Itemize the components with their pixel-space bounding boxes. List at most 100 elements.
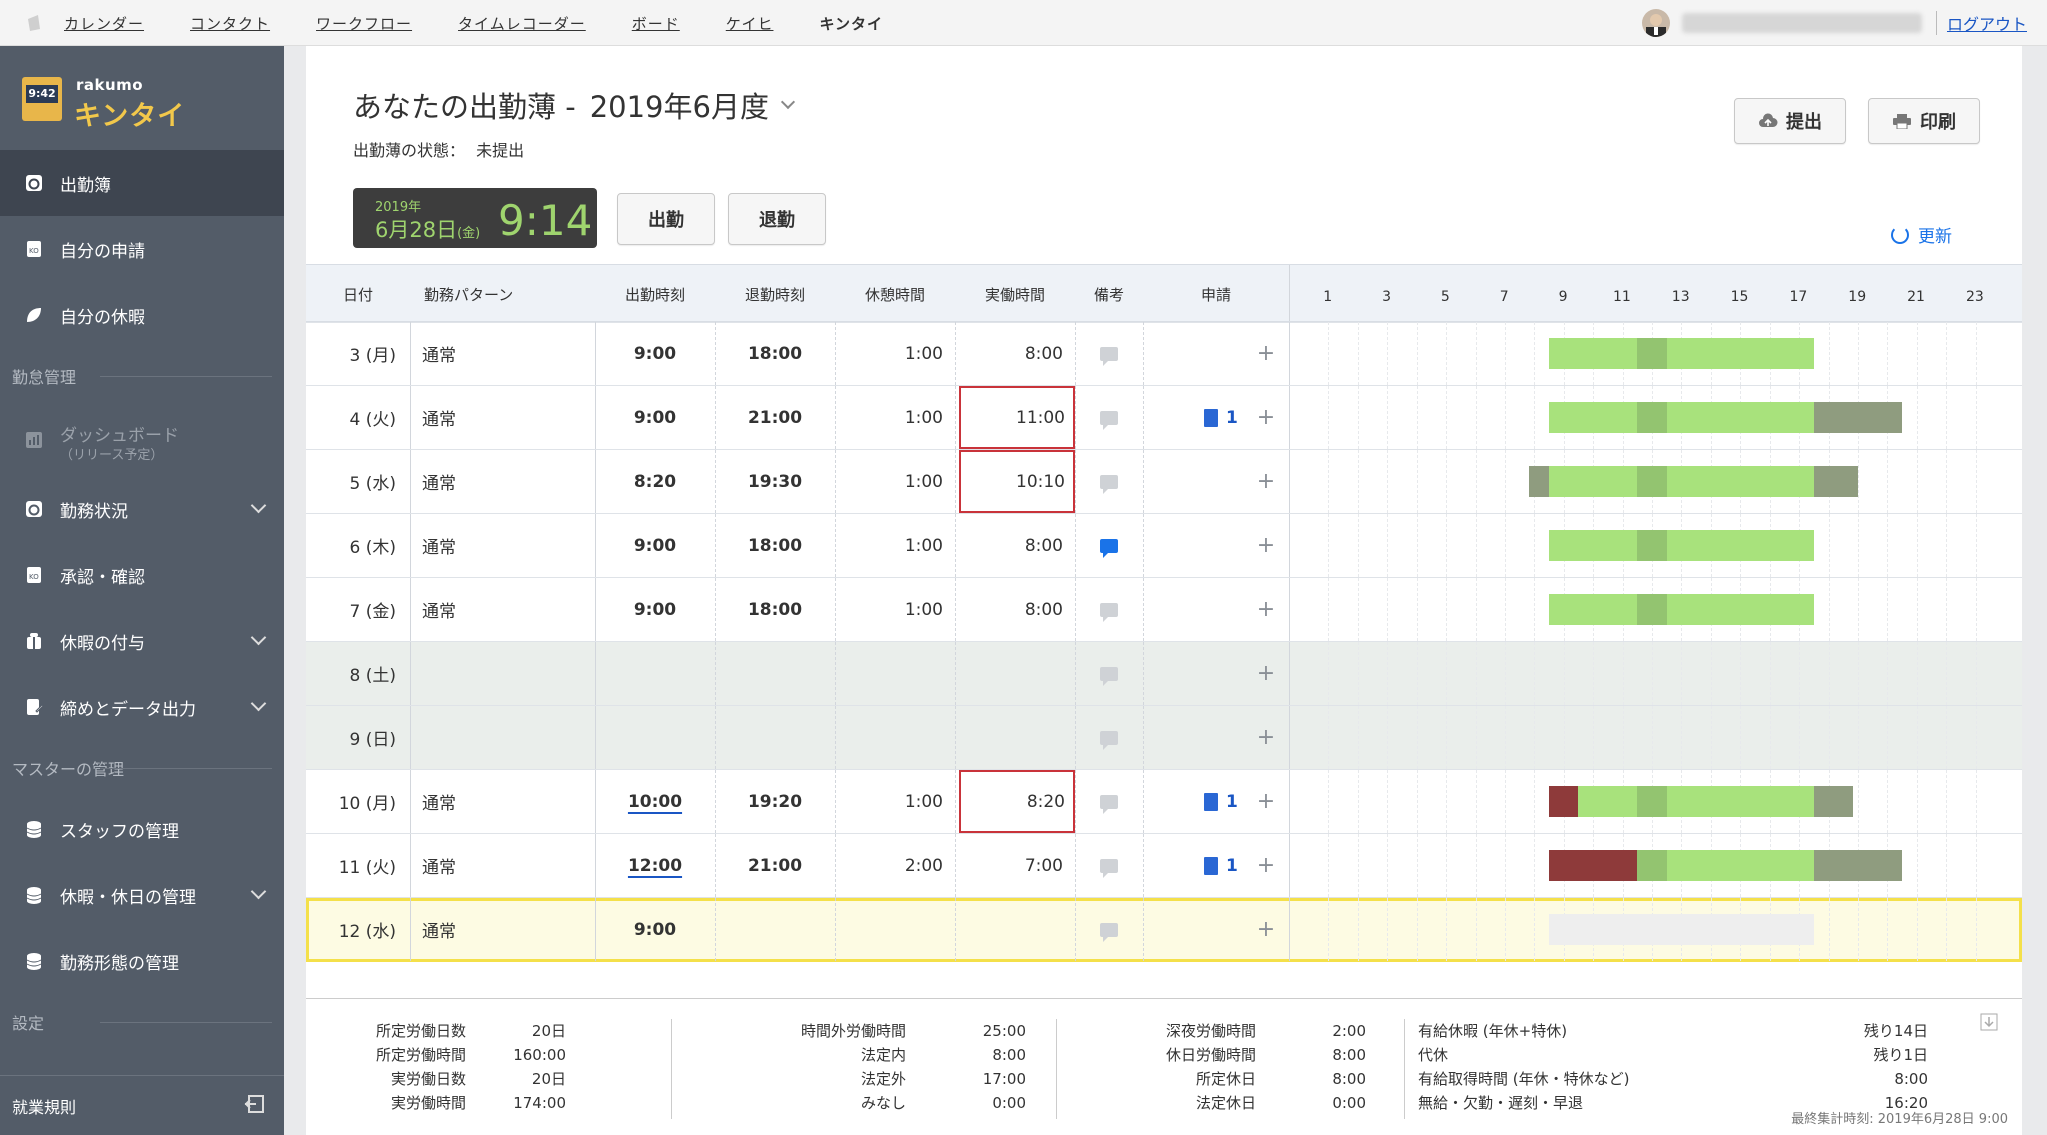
row-out[interactable] [715, 642, 835, 705]
table-row[interactable]: 11 (火) 通常 12:00 21:00 2:00 7:00 1 + [306, 834, 2022, 898]
rakumo-logo-icon[interactable] [24, 13, 44, 33]
row-note[interactable] [1075, 706, 1143, 769]
logout-link[interactable]: ログアウト [1947, 11, 2027, 35]
chevron-down-icon[interactable] [780, 94, 796, 110]
row-break[interactable] [835, 642, 943, 705]
comment-icon[interactable] [1100, 666, 1118, 686]
add-request-button[interactable]: + [1256, 706, 1276, 769]
add-request-button[interactable]: + [1256, 514, 1276, 577]
sidebar-item-my-leave[interactable]: 自分の休暇 [0, 282, 284, 348]
row-break[interactable]: 1:00 [835, 450, 943, 513]
row-note[interactable] [1075, 898, 1143, 961]
add-request-button[interactable]: + [1256, 834, 1276, 897]
table-row[interactable]: 9 (日) + [306, 706, 2022, 770]
row-break[interactable]: 2:00 [835, 834, 943, 897]
row-in[interactable]: 12:00 [595, 834, 715, 897]
nav-kintai[interactable]: キンタイ [819, 13, 883, 34]
sidebar-item-my-requests[interactable]: KO 自分の申請 [0, 216, 284, 282]
add-request-button[interactable]: + [1256, 386, 1276, 449]
table-row[interactable]: 4 (火) 通常 9:00 21:00 1:00 11:00 1 + [306, 386, 2022, 450]
table-row[interactable]: 8 (土) + [306, 642, 2022, 706]
row-in[interactable]: 10:00 [595, 770, 715, 833]
sidebar-item-leave-grant[interactable]: 休暇の付与 [0, 608, 284, 674]
table-row[interactable]: 3 (月) 通常 9:00 18:00 1:00 8:00 + [306, 322, 2022, 386]
row-request-count[interactable]: 1 [1204, 386, 1254, 449]
sidebar-item-work-patterns[interactable]: 勤務形態の管理 [0, 928, 284, 994]
row-in[interactable]: 9:00 [595, 898, 715, 961]
nav-contact[interactable]: コンタクト [190, 13, 270, 34]
sidebar-item-attendance[interactable]: 出勤簿 [0, 150, 284, 216]
row-break[interactable]: 1:00 [835, 770, 943, 833]
refresh-button[interactable]: 更新 [1891, 222, 1952, 247]
period-selector[interactable]: 2019年6月度 [590, 84, 769, 126]
sidebar-item-holidays[interactable]: 休暇・休日の管理 [0, 862, 284, 928]
comment-icon[interactable] [1100, 922, 1118, 942]
sidebar-item-approval[interactable]: KO 承認・確認 [0, 542, 284, 608]
row-out[interactable] [715, 898, 835, 961]
sidebar-item-staff[interactable]: スタッフの管理 [0, 796, 284, 862]
nav-calendar[interactable]: カレンダー [64, 13, 144, 34]
row-request-count[interactable]: 1 [1204, 770, 1254, 833]
table-row[interactable]: 5 (水) 通常 8:20 19:30 1:00 10:10 + [306, 450, 2022, 514]
row-break[interactable] [835, 898, 943, 961]
comment-icon[interactable] [1100, 474, 1118, 494]
row-out[interactable]: 19:20 [715, 770, 835, 833]
table-row[interactable]: 10 (月) 通常 10:00 19:20 1:00 8:20 1 + [306, 770, 2022, 834]
row-note[interactable] [1075, 386, 1143, 449]
row-request-count[interactable]: 1 [1204, 834, 1254, 897]
row-out[interactable]: 18:00 [715, 578, 835, 641]
comment-icon[interactable] [1100, 410, 1118, 430]
row-note[interactable] [1075, 578, 1143, 641]
row-in[interactable]: 9:00 [595, 322, 715, 385]
row-out[interactable]: 18:00 [715, 322, 835, 385]
nav-timerecorder[interactable]: タイムレコーダー [458, 13, 586, 34]
row-note[interactable] [1075, 450, 1143, 513]
row-note[interactable] [1075, 642, 1143, 705]
clock-in-button[interactable]: 出勤 [617, 193, 715, 245]
row-out[interactable]: 19:30 [715, 450, 835, 513]
table-row[interactable]: 7 (金) 通常 9:00 18:00 1:00 8:00 + [306, 578, 2022, 642]
nav-keihi[interactable]: ケイヒ [726, 13, 774, 34]
row-in[interactable]: 9:00 [595, 578, 715, 641]
table-row[interactable]: 6 (木) 通常 9:00 18:00 1:00 8:00 + [306, 514, 2022, 578]
row-out[interactable]: 21:00 [715, 834, 835, 897]
comment-icon[interactable] [1100, 730, 1118, 750]
clock-out-button[interactable]: 退勤 [728, 193, 826, 245]
add-request-button[interactable]: + [1256, 642, 1276, 705]
brand[interactable]: 9:42 rakumo キンタイ [0, 46, 284, 150]
row-out[interactable]: 21:00 [715, 386, 835, 449]
row-out[interactable] [715, 706, 835, 769]
add-request-button[interactable]: + [1256, 322, 1276, 385]
add-request-button[interactable]: + [1256, 770, 1276, 833]
add-request-button[interactable]: + [1256, 578, 1276, 641]
row-break[interactable]: 1:00 [835, 322, 943, 385]
table-row[interactable]: 12 (水) 通常 9:00 + [306, 898, 2022, 962]
sidebar-item-closing-export[interactable]: 締めとデータ出力 [0, 674, 284, 740]
row-in[interactable]: 8:20 [595, 450, 715, 513]
row-break[interactable]: 1:00 [835, 514, 943, 577]
comment-icon[interactable] [1100, 346, 1118, 366]
comment-icon[interactable] [1100, 858, 1118, 878]
print-button[interactable]: 印刷 [1868, 98, 1980, 144]
comment-icon[interactable] [1100, 602, 1118, 622]
row-break[interactable]: 1:00 [835, 386, 943, 449]
row-in[interactable]: 9:00 [595, 514, 715, 577]
row-note[interactable] [1075, 514, 1143, 577]
nav-workflow[interactable]: ワークフロー [316, 13, 412, 34]
user-avatar[interactable] [1641, 9, 1670, 37]
row-break[interactable]: 1:00 [835, 578, 943, 641]
submit-button[interactable]: 提出 [1734, 98, 1846, 144]
comment-icon[interactable] [1100, 538, 1118, 558]
row-in[interactable] [595, 642, 715, 705]
sidebar-item-work-rules[interactable]: 就業規則 [0, 1075, 284, 1135]
row-in[interactable]: 9:00 [595, 386, 715, 449]
comment-icon[interactable] [1100, 794, 1118, 814]
row-out[interactable]: 18:00 [715, 514, 835, 577]
row-in[interactable] [595, 706, 715, 769]
nav-board[interactable]: ボード [632, 13, 680, 34]
download-icon[interactable] [1980, 1013, 1998, 1036]
row-note[interactable] [1075, 322, 1143, 385]
add-request-button[interactable]: + [1256, 450, 1276, 513]
sidebar-item-work-status[interactable]: 勤務状況 [0, 476, 284, 542]
add-request-button[interactable]: + [1256, 898, 1276, 961]
